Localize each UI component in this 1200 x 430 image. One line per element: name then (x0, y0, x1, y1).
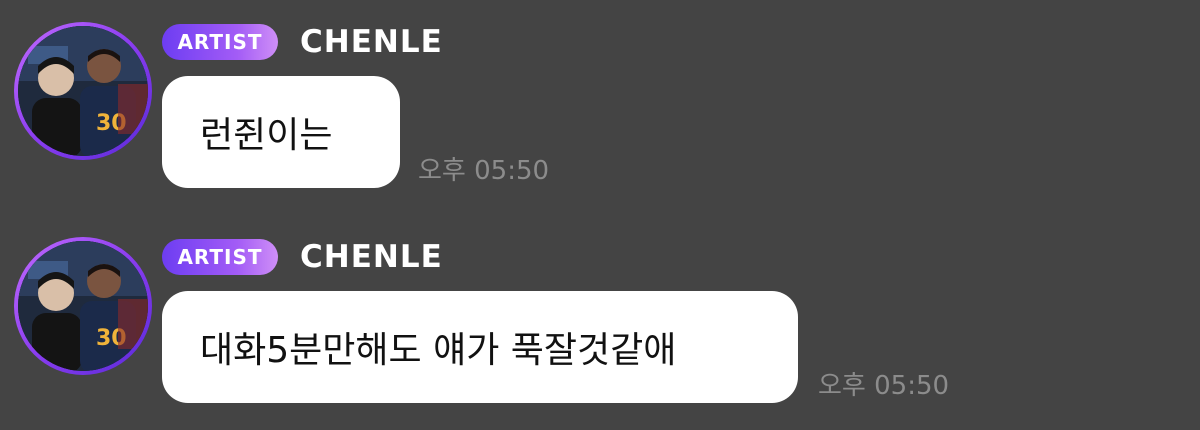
artist-badge: ARTIST (162, 239, 278, 275)
sender-name[interactable]: CHENLE (300, 237, 443, 277)
artist-badge: ARTIST (162, 24, 278, 60)
message-timestamp: 오후 05:50 (418, 156, 550, 186)
chat-message: 30 ARTIST CHENLE 런쥔이는 오후 05:50 (0, 0, 1200, 200)
sender-name[interactable]: CHENLE (300, 22, 443, 62)
message-text: 런쥔이는 (200, 115, 333, 156)
avatar-photo: 30 (18, 26, 148, 156)
message-timestamp: 오후 05:50 (818, 371, 950, 401)
chat-message: 30 ARTIST CHENLE 대화5분만해도 얘가 푹잘것같애 오후 05:… (0, 215, 1200, 415)
message-bubble[interactable]: 런쥔이는 (162, 76, 400, 188)
message-bubble[interactable]: 대화5분만해도 얘가 푹잘것같애 (162, 291, 798, 403)
avatar[interactable]: 30 (14, 22, 152, 160)
avatar[interactable]: 30 (14, 237, 152, 375)
avatar-photo: 30 (18, 241, 148, 371)
message-text: 대화5분만해도 얘가 푹잘것같애 (200, 330, 677, 371)
